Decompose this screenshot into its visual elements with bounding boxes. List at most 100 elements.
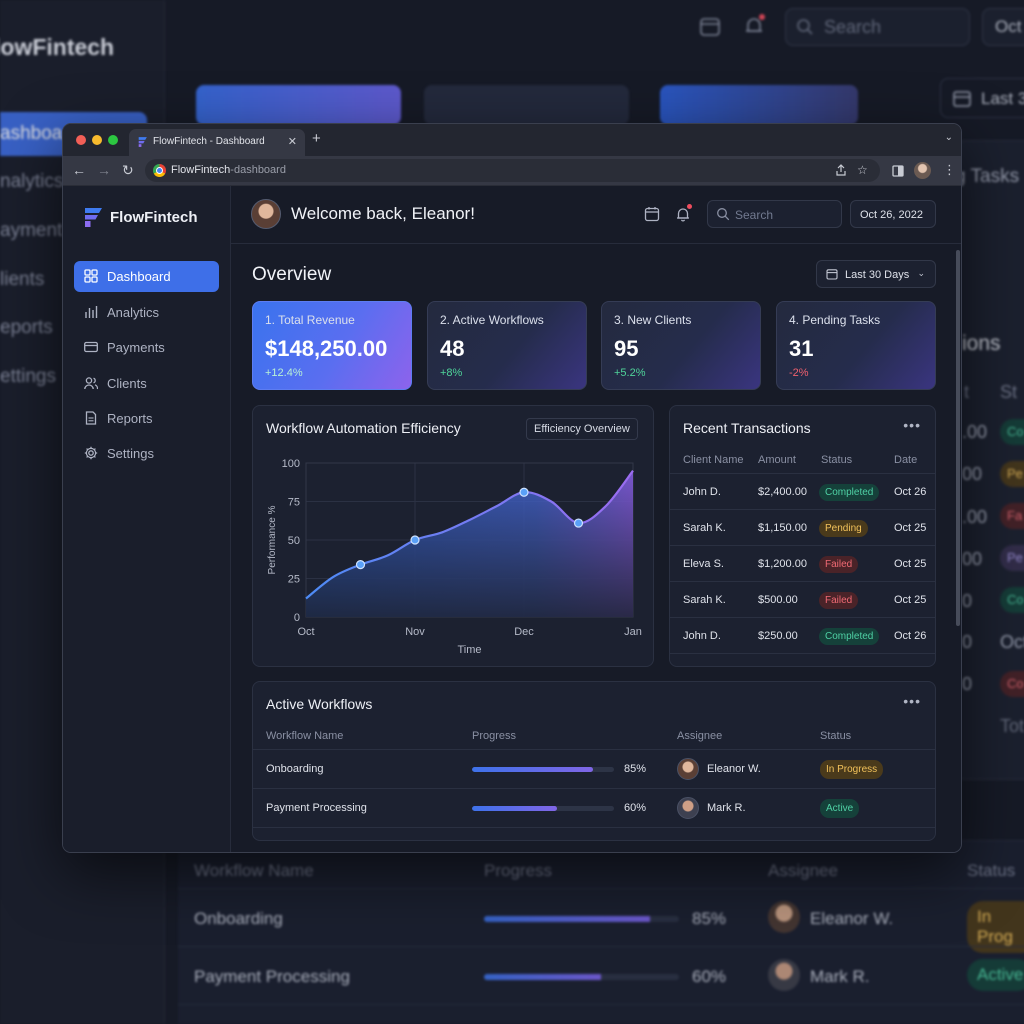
sidebar-item-dashboard[interactable]: Dashboard: [74, 261, 219, 292]
bg-col-header: Progress: [484, 861, 553, 880]
sidebar-item-clients[interactable]: Clients: [74, 368, 219, 399]
table-row[interactable]: John D. $2,400.00 Completed Oct 26: [670, 473, 935, 509]
data-point: [573, 518, 584, 528]
table-row[interactable]: John D. $250.00 Completed Oct 26: [670, 617, 935, 653]
data-point: [519, 487, 529, 497]
calendar-icon[interactable]: [644, 206, 660, 222]
progress-bar: [472, 806, 614, 811]
kpi-change: +8%: [440, 367, 463, 379]
kpi-value: 95: [614, 336, 639, 361]
x-tick-label: Nov: [405, 626, 425, 638]
amount: $250.00: [758, 630, 798, 642]
new-tab-button[interactable]: +: [312, 130, 321, 147]
profile-icon[interactable]: [914, 162, 931, 179]
chevron-down-icon: ⌄: [917, 268, 925, 278]
y-tick-label: 0: [294, 612, 300, 624]
bar-chart-icon: [85, 306, 98, 318]
kpi-card-pending-tasks[interactable]: 4. Pending Tasks 31 -2%: [776, 301, 936, 390]
table-row[interactable]: Sarah K. $500.00 Failed Oct 25: [670, 581, 935, 617]
bg-status-badge: Fa: [1000, 503, 1024, 529]
bg-kpi-card: [424, 85, 629, 125]
kpi-card-total-revenue[interactable]: 1. Total Revenue $148,250.00 +12.4%: [252, 301, 412, 390]
more-icon[interactable]: •••: [903, 417, 921, 433]
card-title: Active Workflows: [266, 696, 373, 712]
search-input[interactable]: Search: [707, 200, 842, 228]
bg-progress-fill: [484, 916, 650, 922]
tab-list-chevron-icon[interactable]: ⌄: [945, 132, 953, 143]
kpi-card-new-clients[interactable]: 3. New Clients 95 +5.2%: [601, 301, 761, 390]
minimize-window-button[interactable]: [92, 135, 102, 145]
client-name: Sarah K.: [683, 594, 726, 606]
app: FlowFintech Dashboard Analytics Payments…: [63, 186, 961, 852]
progress-fill: [472, 767, 593, 772]
sidebar-item-analytics[interactable]: Analytics: [74, 297, 219, 328]
bg-progress-bar: [484, 916, 679, 922]
close-window-button[interactable]: [76, 135, 86, 145]
status-badge: Active: [820, 799, 860, 818]
share-icon[interactable]: [835, 164, 847, 176]
star-icon[interactable]: ☆: [857, 163, 868, 177]
efficiency-chart-card: Workflow Automation Efficiency Efficienc…: [252, 405, 654, 667]
back-icon[interactable]: ←: [72, 162, 86, 178]
kpi-label: 2. Active Workflows: [440, 313, 544, 327]
table-row[interactable]: Eleva S. $1,200.00 Failed Oct 25: [670, 545, 935, 581]
address-bar[interactable]: FlowFintech-dashboard ☆: [145, 159, 880, 182]
sidebar-item-settings[interactable]: Settings: [74, 438, 219, 469]
page-title: Overview: [252, 264, 332, 285]
bg-range-label: Last 3: [981, 89, 1024, 108]
bg-fragment: St: [1000, 382, 1018, 402]
progress-fill: [472, 806, 558, 811]
date: Oct 25: [894, 594, 927, 606]
document-icon: [85, 411, 97, 425]
date-range-dropdown[interactable]: Last 30 Days ⌄: [816, 260, 936, 288]
sidebar-item-payments[interactable]: Payments: [74, 332, 219, 363]
status-badge: Failed: [819, 556, 859, 573]
bg-fragment: 00: [962, 549, 983, 569]
menu-icon[interactable]: ⋮: [943, 162, 956, 178]
status-badge: Completed: [819, 484, 880, 501]
sidebar-item-label: Dashboard: [107, 269, 171, 284]
date: Oct 25: [894, 522, 927, 534]
client-name: John D.: [683, 630, 721, 642]
kpi-change: +5.2%: [614, 367, 646, 379]
reload-icon[interactable]: ↻: [122, 162, 134, 179]
calendar-icon: [826, 269, 838, 280]
sidepanel-icon[interactable]: [892, 165, 904, 177]
search-placeholder: Search: [735, 208, 774, 222]
bg-workflow-table: Workflow Name Progress Assignee Status O…: [178, 840, 1024, 1024]
sidebar-item-reports[interactable]: Reports: [74, 403, 219, 434]
bg-avatar: [768, 901, 800, 933]
bg-table-row: Payment Processing 60% Mark R. Active: [178, 946, 1024, 1004]
browser-tab-bar: FlowFintech - Dashboard ✕ + ⌄: [63, 124, 961, 156]
sidebar-item-label: Clients: [107, 376, 147, 391]
table-row[interactable]: Sarah K. $1,150.00 Pending Oct 25: [670, 509, 935, 545]
x-tick-label: Oct: [297, 626, 314, 638]
table-row[interactable]: Onboarding 85% Eleanor W. In Progress: [253, 749, 935, 788]
forward-icon[interactable]: →: [97, 162, 111, 178]
more-icon[interactable]: •••: [903, 693, 921, 709]
kpi-card-active-workflows[interactable]: 2. Active Workflows 48 +8%: [427, 301, 587, 390]
kpi-change: +12.4%: [265, 367, 303, 379]
client-name: Eleva S.: [683, 558, 724, 570]
scrollbar[interactable]: [956, 250, 960, 626]
kpi-value: 31: [789, 336, 814, 361]
col-header-status: Status: [820, 730, 852, 742]
bg-fragment: 0: [962, 632, 973, 652]
kpi-label: 4. Pending Tasks: [789, 313, 881, 327]
table-row[interactable]: Payment Processing 60% Mark R. Active: [253, 788, 935, 827]
site-icon: [153, 164, 166, 177]
bg-col-header: Status: [967, 861, 1016, 880]
search-icon: [717, 208, 730, 221]
assignee: Mark R.: [707, 802, 746, 814]
browser-window: FlowFintech - Dashboard ✕ + ⌄ ← → ↻ Flow…: [62, 123, 962, 853]
maximize-window-button[interactable]: [108, 135, 118, 145]
bg-fragment: ions: [962, 332, 1001, 355]
avatar[interactable]: [251, 199, 281, 229]
close-tab-icon[interactable]: ✕: [288, 135, 297, 148]
brand-name: FlowFintech: [110, 209, 198, 226]
browser-tab[interactable]: FlowFintech - Dashboard ✕: [129, 129, 305, 156]
x-tick-label: Jan: [624, 626, 642, 638]
bg-date: Oct: [982, 8, 1024, 46]
col-header-assignee: Assignee: [677, 730, 723, 742]
date-button[interactable]: Oct 26, 2022: [850, 200, 936, 228]
